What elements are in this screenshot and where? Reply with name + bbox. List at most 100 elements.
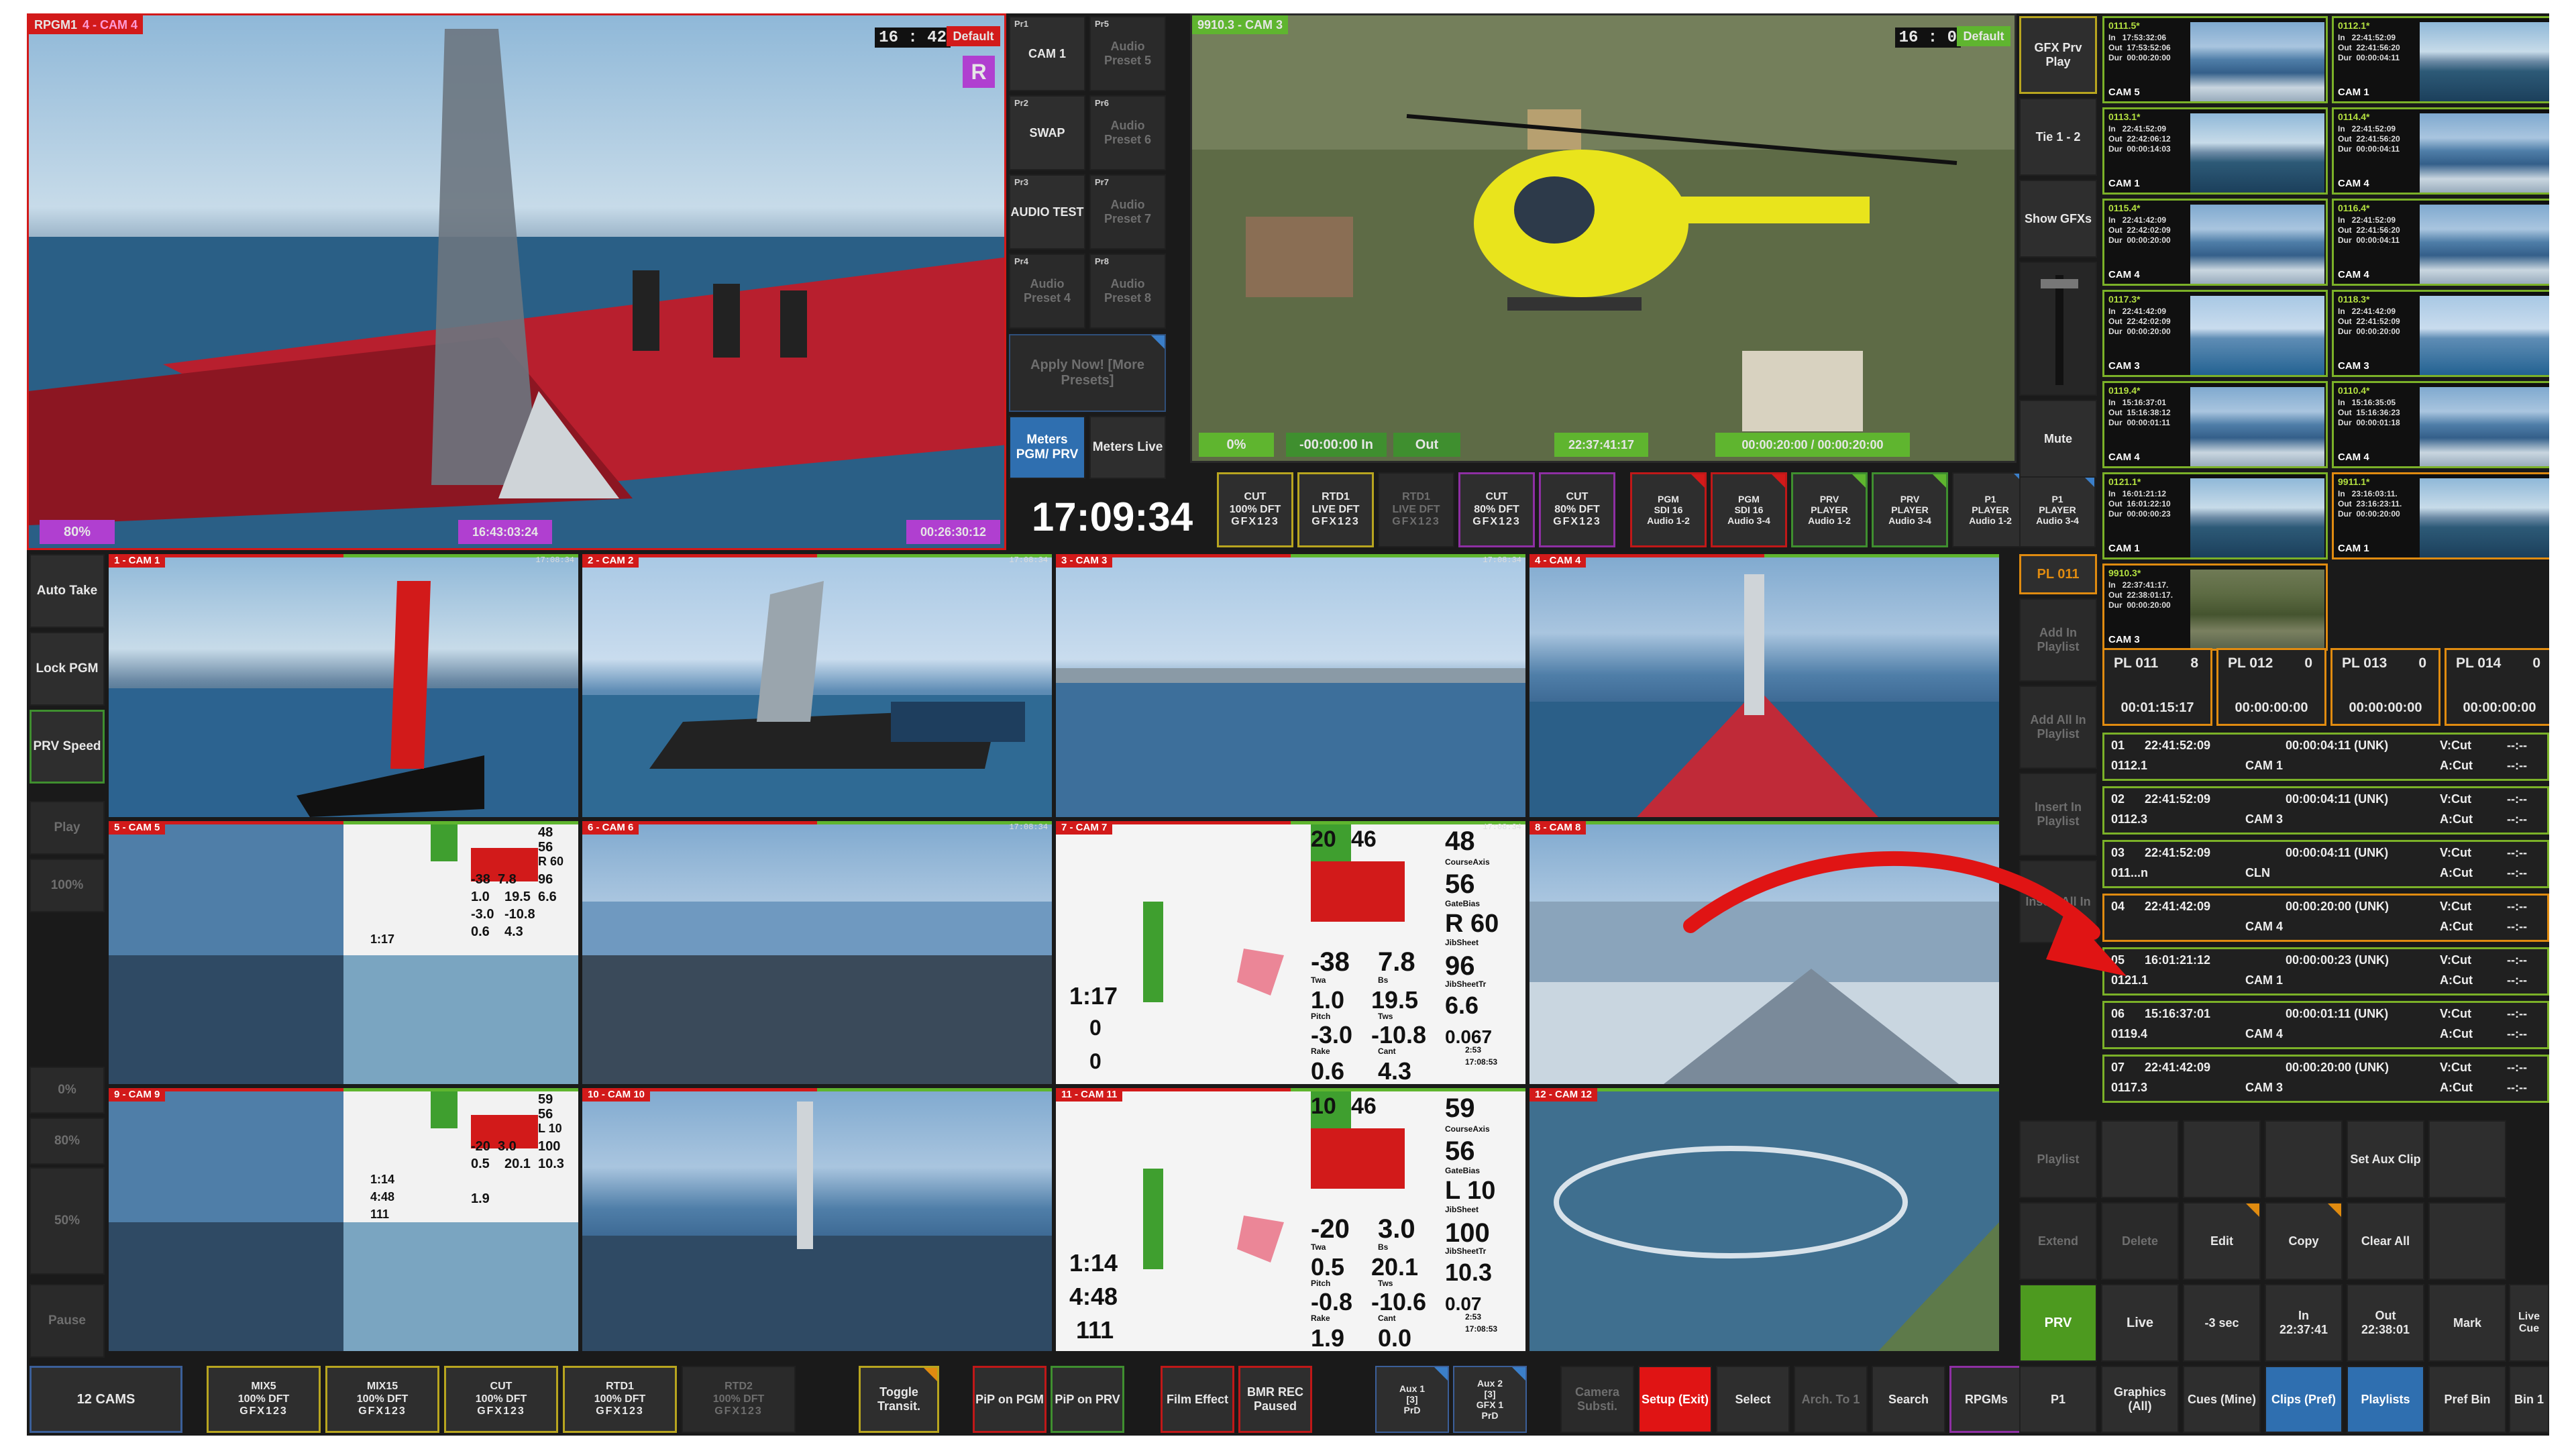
- transition-button-4[interactable]: CUT 80% DFT GFX123: [1458, 472, 1535, 547]
- live-button[interactable]: Live: [2101, 1284, 2179, 1362]
- clip-card[interactable]: 9910.3* In 22:37:41:17. Out 22:38:01:17. …: [2102, 564, 2328, 651]
- playlist-pl-button[interactable]: PL 011: [2019, 554, 2097, 594]
- playlist-row[interactable]: 01 0112.1 22:41:52:09 00:00:04:11 (UNK) CAM …: [2102, 733, 2549, 781]
- prv-button[interactable]: PRV: [2019, 1284, 2097, 1362]
- preset-button-7[interactable]: Pr4 Audio Preset 4: [1009, 254, 1085, 329]
- minus-3-sec-button[interactable]: -3 sec: [2183, 1284, 2261, 1362]
- film-effect-button[interactable]: Film Effect: [1161, 1366, 1234, 1433]
- clip-card[interactable]: 9911.1* In 23:16:03:11. Out 23:16:23:11. …: [2332, 472, 2549, 559]
- camera-tile-12[interactable]: 12 - CAM 12: [1529, 1088, 1999, 1351]
- camera-subst-button[interactable]: Camera Substi.: [1560, 1366, 1634, 1433]
- set-aux-clip-button[interactable]: Set Aux Clip: [2347, 1120, 2424, 1198]
- clip-card[interactable]: 0118.3* In 22:41:42:09 Out 22:41:52:09 Du…: [2332, 290, 2549, 377]
- add-in-playlist-button[interactable]: Add In Playlist: [2019, 598, 2097, 682]
- volume-fader[interactable]: [2019, 262, 2097, 396]
- pref-bin-button[interactable]: Pref Bin: [2428, 1366, 2506, 1433]
- clip-card[interactable]: 0115.4* In 22:41:42:09 Out 22:42:02:09 Du…: [2102, 199, 2328, 286]
- camera-tile-7[interactable]: 7 - CAM 7 17:08:34 20 46 48 CourseAxis 56 GateB…: [1056, 821, 1525, 1084]
- gfx-prv-play-button[interactable]: GFX Prv Play: [2019, 16, 2097, 94]
- clear-all-button[interactable]: Clear All: [2347, 1202, 2424, 1280]
- left-button-0-[interactable]: 0%: [30, 1067, 105, 1114]
- camera-tile-11[interactable]: 11 - CAM 11 10 46 59 CourseAxis 56 GateBias L 1…: [1056, 1088, 1525, 1351]
- edit-button[interactable]: Edit: [2183, 1202, 2261, 1280]
- aux-2-button[interactable]: Aux 2 [3] GFX 1 PrD: [1453, 1366, 1527, 1433]
- preview-out-button[interactable]: Out: [1393, 433, 1460, 457]
- mute-button[interactable]: Mute: [2019, 400, 2097, 478]
- transition-button-3[interactable]: RTD1 LIVE DFT GFX123: [1378, 472, 1454, 547]
- show-gfx-button[interactable]: Show GFXs: [2019, 180, 2097, 258]
- playlist-tab-1[interactable]: PL 011 8 00:01:15:17: [2102, 648, 2212, 726]
- audio-output-button-1[interactable]: PGM SDI 16 Audio 1-2: [1630, 472, 1707, 547]
- left-button-pause[interactable]: Pause: [30, 1284, 105, 1358]
- camera-tile-1[interactable]: 1 - CAM 1 17:08:34: [109, 554, 578, 817]
- cams-button[interactable]: 12 CAMS: [30, 1366, 182, 1433]
- left-button-50-[interactable]: 50%: [30, 1167, 105, 1275]
- search-button[interactable]: Search: [1872, 1366, 1945, 1433]
- bin-1-button[interactable]: Bin 1: [2509, 1366, 2549, 1433]
- setup-exit-button[interactable]: Setup (Exit): [1638, 1366, 1712, 1433]
- meters-pgm-button[interactable]: Meters PGM/ PRV: [1009, 416, 1085, 479]
- p1-button[interactable]: P1: [2019, 1366, 2097, 1433]
- clip-card[interactable]: 0114.4* In 22:41:52:09 Out 22:41:56:20 Du…: [2332, 107, 2549, 195]
- playlist-tab-3[interactable]: PL 013 0 00:00:00:00: [2330, 648, 2440, 726]
- left-button-80-[interactable]: 80%: [30, 1118, 105, 1165]
- add-all-in-playlist-button[interactable]: Add All In Playlist: [2019, 686, 2097, 769]
- mark-button[interactable]: Mark: [2428, 1284, 2506, 1362]
- arch-to-button[interactable]: Arch. To 1: [1794, 1366, 1868, 1433]
- bmr-rec-button[interactable]: BMR REC Paused: [1238, 1366, 1312, 1433]
- live-cue-button[interactable]: Live Cue: [2509, 1284, 2549, 1362]
- aux-1-button[interactable]: Aux 1 [3] PrD: [1375, 1366, 1449, 1433]
- preset-button-8[interactable]: Pr8 Audio Preset 8: [1089, 254, 1166, 329]
- camera-tile-4[interactable]: 4 - CAM 4: [1529, 554, 1999, 817]
- out-button[interactable]: Out 22:38:01: [2347, 1284, 2424, 1362]
- graphics-all-button[interactable]: Graphics (All): [2101, 1366, 2179, 1433]
- transition-button-2[interactable]: RTD1 LIVE DFT GFX123: [1297, 472, 1374, 547]
- mix-button-2[interactable]: MIX15 100% DFT GFX123: [325, 1366, 439, 1433]
- copy-button[interactable]: Copy: [2265, 1202, 2343, 1280]
- playlist-row[interactable]: 03 011...n 22:41:52:09 00:00:04:11 (UNK) CLN…: [2102, 840, 2549, 888]
- audio-output-button-5[interactable]: P1 PLAYER Audio 1-2: [1952, 472, 2029, 547]
- left-button-play[interactable]: Play: [30, 801, 105, 855]
- left-button-auto-take[interactable]: Auto Take: [30, 554, 105, 628]
- clip-card[interactable]: 0112.1* In 22:41:52:09 Out 22:41:56:20 Du…: [2332, 16, 2549, 103]
- insert-in-playlist-button[interactable]: Insert In Playlist: [2019, 773, 2097, 856]
- playlists-button[interactable]: Playlists: [2347, 1366, 2424, 1433]
- preset-button-5[interactable]: Pr3 AUDIO TEST: [1009, 174, 1085, 250]
- preset-button-4[interactable]: Pr6 Audio Preset 6: [1089, 95, 1166, 170]
- mix-button-1[interactable]: MIX5 100% DFT GFX123: [207, 1366, 321, 1433]
- select-button[interactable]: Select: [1716, 1366, 1790, 1433]
- camera-tile-5[interactable]: 5 - CAM 5 48 56 R 60 -38 7.8 96 1.0 19.5 6.6 -3.0-…: [109, 821, 578, 1084]
- left-button-lock-pgm[interactable]: Lock PGM: [30, 632, 105, 706]
- camera-tile-2[interactable]: 2 - CAM 2 17:08:34: [582, 554, 1052, 817]
- playlist-row[interactable]: 02 0112.3 22:41:52:09 00:00:04:11 (UNK) CAM …: [2102, 786, 2549, 835]
- clip-card[interactable]: 0113.1* In 22:41:52:09 Out 22:42:06:12 Du…: [2102, 107, 2328, 195]
- camera-tile-9[interactable]: 9 - CAM 9 59 56 L 10 -20 3.0 100 0.5 20.1 10.3 1.9…: [109, 1088, 578, 1351]
- fader-knob[interactable]: [2041, 279, 2078, 288]
- playlist-row[interactable]: 05 0121.1 16:01:21:12 00:00:00:23 (UNK) CAM …: [2102, 947, 2549, 996]
- playlist-tab-2[interactable]: PL 012 0 00:00:00:00: [2216, 648, 2326, 726]
- tie-button[interactable]: Tie 1 - 2: [2019, 98, 2097, 176]
- audio-output-button-3[interactable]: PRV PLAYER Audio 1-2: [1791, 472, 1868, 547]
- preset-button-1[interactable]: Pr1 CAM 1: [1009, 16, 1085, 91]
- clip-card[interactable]: 0111.5* In 17:53:32:06 Out 17:53:52:06 Du…: [2102, 16, 2328, 103]
- transition-button-5[interactable]: CUT 80% DFT GFX123: [1539, 472, 1615, 547]
- in-button[interactable]: In 22:37:41: [2265, 1284, 2343, 1362]
- audio-output-button-2[interactable]: PGM SDI 16 Audio 3-4: [1711, 472, 1787, 547]
- rpgms-button[interactable]: RPGMs: [1949, 1366, 2023, 1433]
- playlist-row[interactable]: 04 22:41:42:09 00:00:20:00 (UNK) CAM 4 V:Cut…: [2102, 894, 2549, 942]
- camera-tile-10[interactable]: 10 - CAM 10: [582, 1088, 1052, 1351]
- clip-card[interactable]: 0119.4* In 15:16:37:01 Out 15:16:38:12 Du…: [2102, 381, 2328, 468]
- preset-button-6[interactable]: Pr7 Audio Preset 7: [1089, 174, 1166, 250]
- transition-button-1[interactable]: CUT 100% DFT GFX123: [1217, 472, 1293, 547]
- mix-button-5[interactable]: RTD2 100% DFT GFX123: [682, 1366, 796, 1433]
- cues-mine-button[interactable]: Cues (Mine): [2183, 1366, 2261, 1433]
- preset-button-2[interactable]: Pr5 Audio Preset 5: [1089, 16, 1166, 91]
- extend-button[interactable]: Extend: [2019, 1202, 2097, 1280]
- left-button-100-[interactable]: 100%: [30, 859, 105, 912]
- preview-in-button[interactable]: -00:00:00 In: [1286, 433, 1387, 457]
- playlist-row[interactable]: 07 0117.3 22:41:42:09 00:00:20:00 (UNK) CAM …: [2102, 1055, 2549, 1103]
- clip-card[interactable]: 0121.1* In 16:01:21:12 Out 16:01:22:10 Du…: [2102, 472, 2328, 559]
- pip-on-pgm-button[interactable]: PiP on PGM: [973, 1366, 1046, 1433]
- clip-card[interactable]: 0116.4* In 22:41:52:09 Out 22:41:56:20 Du…: [2332, 199, 2549, 286]
- toggle-transit-button[interactable]: Toggle Transit.: [859, 1366, 939, 1433]
